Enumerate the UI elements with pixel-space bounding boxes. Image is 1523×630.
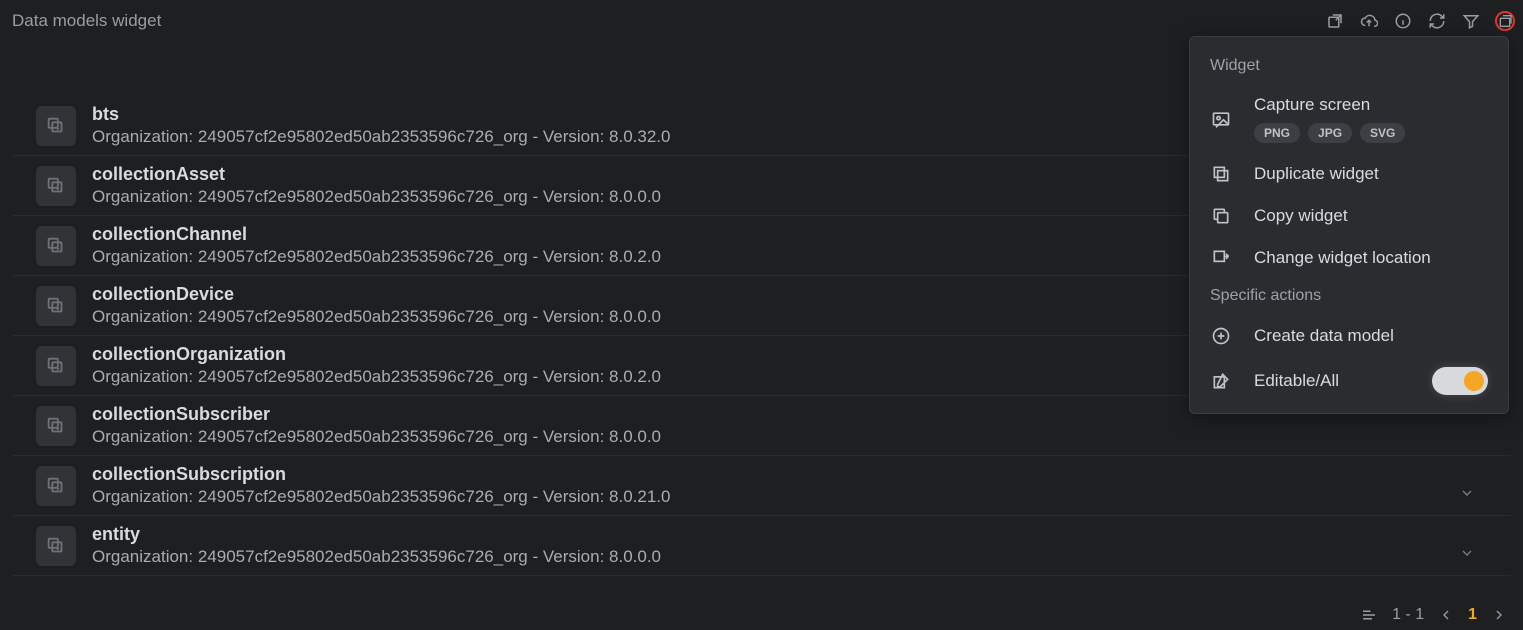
page-title: Data models widget xyxy=(12,11,161,31)
edit-icon xyxy=(1210,370,1232,392)
move-icon xyxy=(1210,247,1232,269)
data-model-icon xyxy=(36,106,76,146)
badge-jpg[interactable]: JPG xyxy=(1308,123,1352,143)
list-item-name: collectionSubscription xyxy=(92,464,1499,485)
menu-item-change-location[interactable]: Change widget location xyxy=(1190,237,1508,279)
data-model-icon xyxy=(36,526,76,566)
list-item-text: entityOrganization: 249057cf2e95802ed50a… xyxy=(92,524,1499,567)
list-icon[interactable] xyxy=(1360,606,1378,624)
menu-item-label: Duplicate widget xyxy=(1254,164,1488,184)
duplicate-icon xyxy=(1210,163,1232,185)
menu-item-label: Capture screen xyxy=(1254,95,1488,115)
list-item-subtitle: Organization: 249057cf2e95802ed50ab23535… xyxy=(92,487,1499,507)
filter-icon[interactable] xyxy=(1461,11,1481,31)
page-current: 1 xyxy=(1468,606,1477,624)
pagination-footer: 1 - 1 1 xyxy=(1360,606,1507,624)
menu-item-create-data-model[interactable]: Create data model xyxy=(1190,315,1508,357)
menu-item-capture-screen[interactable]: Capture screen PNG JPG SVG xyxy=(1190,85,1508,153)
toolbar xyxy=(1325,11,1511,31)
menu-section-widget: Widget xyxy=(1190,49,1508,85)
plus-circle-icon xyxy=(1210,325,1232,347)
data-model-icon xyxy=(36,346,76,386)
menu-item-label: Change widget location xyxy=(1254,248,1488,268)
refresh-icon[interactable] xyxy=(1427,11,1447,31)
data-model-icon xyxy=(36,466,76,506)
image-icon xyxy=(1210,108,1232,130)
editable-toggle[interactable] xyxy=(1432,367,1488,395)
data-model-icon xyxy=(36,286,76,326)
info-icon[interactable] xyxy=(1393,11,1413,31)
widget-menu: Widget Capture screen PNG JPG SVG Duplic… xyxy=(1189,36,1509,414)
upload-cloud-icon[interactable] xyxy=(1359,11,1379,31)
data-model-icon xyxy=(36,166,76,206)
list-item[interactable]: collectionSubscriptionOrganization: 2490… xyxy=(12,456,1511,516)
copy-icon xyxy=(1210,205,1232,227)
menu-item-editable-toggle[interactable]: Editable/All xyxy=(1190,357,1508,405)
data-model-icon xyxy=(36,226,76,266)
widget-menu-icon[interactable] xyxy=(1495,11,1515,31)
chevron-down-icon[interactable] xyxy=(1459,485,1475,505)
menu-item-label: Editable/All xyxy=(1254,371,1410,391)
data-model-icon xyxy=(36,406,76,446)
list-item-subtitle: Organization: 249057cf2e95802ed50ab23535… xyxy=(92,547,1499,567)
badge-png[interactable]: PNG xyxy=(1254,123,1300,143)
list-item-subtitle: Organization: 249057cf2e95802ed50ab23535… xyxy=(92,427,1499,447)
list-item[interactable]: entityOrganization: 249057cf2e95802ed50a… xyxy=(12,516,1511,576)
chevron-down-icon[interactable] xyxy=(1459,545,1475,565)
menu-section-specific: Specific actions xyxy=(1190,279,1508,315)
open-external-icon[interactable] xyxy=(1325,11,1345,31)
next-page-icon[interactable] xyxy=(1491,607,1507,623)
menu-item-copy-widget[interactable]: Copy widget xyxy=(1190,195,1508,237)
menu-item-label: Create data model xyxy=(1254,326,1488,346)
prev-page-icon[interactable] xyxy=(1438,607,1454,623)
list-item-text: collectionSubscriptionOrganization: 2490… xyxy=(92,464,1499,507)
page-range: 1 - 1 xyxy=(1392,606,1424,624)
list-item-name: entity xyxy=(92,524,1499,545)
menu-item-label: Copy widget xyxy=(1254,206,1488,226)
menu-item-duplicate-widget[interactable]: Duplicate widget xyxy=(1190,153,1508,195)
badge-svg[interactable]: SVG xyxy=(1360,123,1405,143)
